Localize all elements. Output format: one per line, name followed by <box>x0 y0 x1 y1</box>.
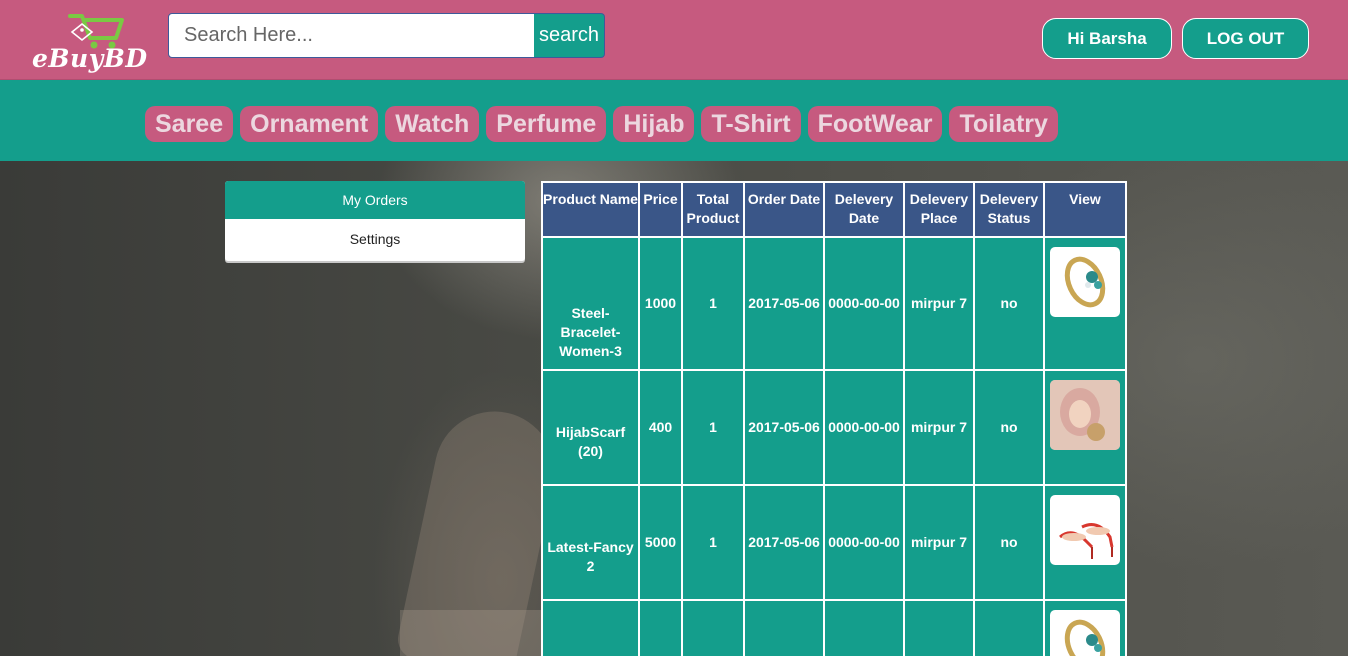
table-row: HijabScarf (20) 400 1 2017-05-06 0000-00… <box>541 369 1127 486</box>
product-name-text: HijabScarf (20) <box>555 423 626 459</box>
cell-delivery-date <box>823 599 905 656</box>
cell-view <box>1043 484 1127 601</box>
category-saree[interactable]: Saree <box>145 106 234 142</box>
cell-order-date: 2017-05-06 <box>743 484 825 601</box>
cell-view <box>1043 369 1127 486</box>
hijab-icon <box>1050 380 1120 450</box>
product-thumbnail[interactable] <box>1050 495 1120 565</box>
category-ornament[interactable]: Ornament <box>240 106 379 142</box>
account-menu: My Orders Settings <box>225 181 525 261</box>
table-row <box>541 599 1127 656</box>
category-watch[interactable]: Watch <box>385 106 480 142</box>
category-footwear[interactable]: FootWear <box>807 106 943 142</box>
product-thumbnail[interactable] <box>1050 380 1120 450</box>
logo-text: eBuyBD <box>32 44 148 73</box>
bracelet-icon <box>1064 619 1106 656</box>
header-delivery-place: Delevery Place <box>903 181 975 238</box>
cell-order-date: 2017-05-06 <box>743 369 825 486</box>
cell-order-date: 2017-05-06 <box>743 236 825 371</box>
cell-product-name <box>541 599 640 656</box>
cell-status <box>973 599 1045 656</box>
cell-total: 1 <box>681 236 745 371</box>
cell-view <box>1043 236 1127 371</box>
category-tshirt[interactable]: T-Shirt <box>701 106 801 142</box>
menu-item-settings[interactable]: Settings <box>225 219 525 259</box>
product-thumbnail[interactable] <box>1050 247 1120 317</box>
logout-button[interactable]: LOG OUT <box>1182 18 1309 59</box>
cell-delivery-date: 0000-00-00 <box>823 369 905 486</box>
header-delivery-status: Delevery Status <box>973 181 1045 238</box>
cell-order-date <box>743 599 825 656</box>
cell-price: 5000 <box>638 484 683 601</box>
cell-total: 1 <box>681 484 745 601</box>
user-greeting-button[interactable]: Hi Barsha <box>1042 18 1172 59</box>
cell-place: mirpur 7 <box>903 236 975 371</box>
cell-delivery-date: 0000-00-00 <box>823 236 905 371</box>
cell-product-name: Latest-Fancy 2 <box>541 484 640 601</box>
cell-price: 1000 <box>638 236 683 371</box>
search-button[interactable]: search <box>534 13 605 58</box>
table-row: Latest-Fancy 2 5000 1 2017-05-06 0000-00… <box>541 484 1127 601</box>
header-view: View <box>1043 181 1127 238</box>
cell-product-name: Steel-Bracelet-Women-3 <box>541 236 640 371</box>
cell-price <box>638 599 683 656</box>
cell-status: no <box>973 369 1045 486</box>
cell-view <box>1043 599 1127 656</box>
category-bar: Saree Ornament Watch Perfume Hijab T-Shi… <box>0 80 1348 161</box>
cell-total <box>681 599 745 656</box>
cell-price: 400 <box>638 369 683 486</box>
sandal-icon <box>1059 523 1114 559</box>
bracelet-icon <box>1064 256 1106 308</box>
cell-total: 1 <box>681 369 745 486</box>
table-header-row: Product Name Price Total Product Order D… <box>541 181 1127 238</box>
header-order-date: Order Date <box>743 181 825 238</box>
cell-status: no <box>973 484 1045 601</box>
product-name-text: Latest-Fancy 2 <box>547 538 634 574</box>
background-bag <box>400 610 560 656</box>
cell-place: mirpur 7 <box>903 369 975 486</box>
cell-place: mirpur 7 <box>903 484 975 601</box>
cell-place <box>903 599 975 656</box>
category-toilatry[interactable]: Toilatry <box>949 106 1058 142</box>
header-price: Price <box>638 181 683 238</box>
search-input[interactable] <box>168 13 535 58</box>
cell-status: no <box>973 236 1045 371</box>
category-hijab[interactable]: Hijab <box>613 106 695 142</box>
cell-product-name: HijabScarf (20) <box>541 369 640 486</box>
product-thumbnail[interactable] <box>1050 610 1120 656</box>
table-row: Steel-Bracelet-Women-3 1000 1 2017-05-06… <box>541 236 1127 371</box>
orders-table: Product Name Price Total Product Order D… <box>541 181 1127 656</box>
logo[interactable]: eBuyBD <box>30 8 150 73</box>
header-delivery-date: Delevery Date <box>823 181 905 238</box>
header-product-name: Product Name <box>541 181 640 238</box>
category-perfume[interactable]: Perfume <box>486 106 607 142</box>
header: eBuyBD search Hi Barsha LOG OUT <box>0 0 1348 80</box>
cell-delivery-date: 0000-00-00 <box>823 484 905 601</box>
category-list: Saree Ornament Watch Perfume Hijab T-Shi… <box>145 106 1058 142</box>
menu-item-my-orders[interactable]: My Orders <box>225 181 525 219</box>
header-total-product: Total Product <box>681 181 745 238</box>
